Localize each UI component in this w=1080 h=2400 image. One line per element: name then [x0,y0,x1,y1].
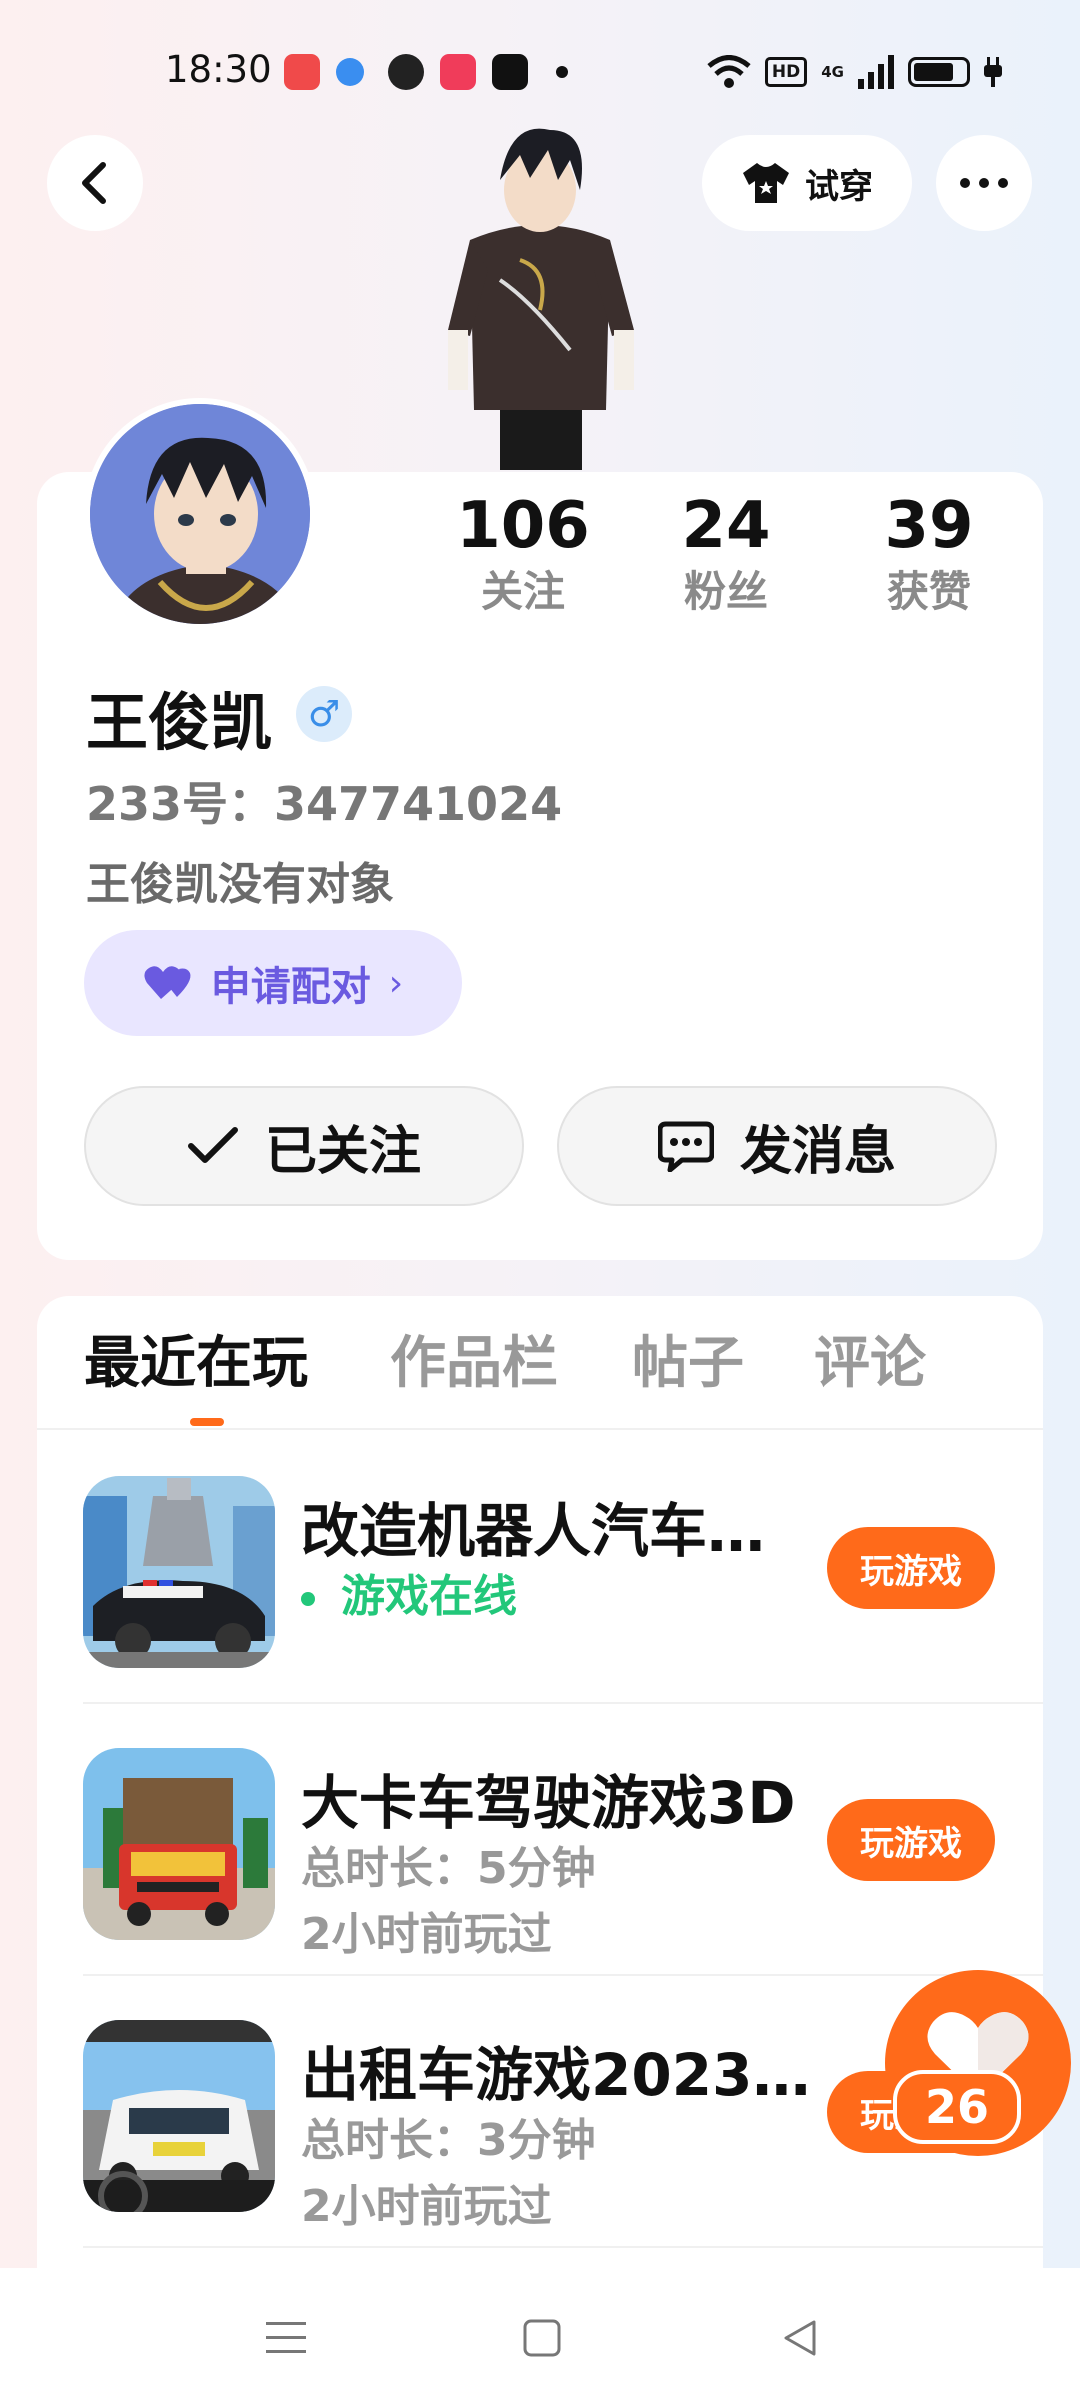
profile-name: 王俊凯 [86,686,273,759]
check-icon [187,1127,238,1163]
more-notifications-dot [556,66,568,78]
menu-nav-button[interactable] [246,2298,326,2378]
tab-works[interactable]: 作品栏 [390,1318,558,1399]
back-nav-button[interactable] [760,2298,840,2378]
stat-followers[interactable]: 24 粉丝 [646,488,806,620]
game-title: 出租车游戏2023… [301,2041,811,2109]
game-title: 改造机器人汽车… [301,1497,766,1565]
request-pair-button[interactable]: 申请配对 › [84,930,462,1036]
game-last-played: 2小时前玩过 [301,2181,552,2232]
profile-avatar[interactable] [84,398,316,630]
avatar-figure[interactable] [430,110,650,470]
tabs-divider [37,1428,1043,1430]
chat-bubble-icon [657,1121,714,1172]
game-play-duration: 总时长：3分钟 [301,2115,596,2166]
chevron-left-icon [82,162,106,204]
game-thumbnail-taxi [83,2020,275,2212]
stat-following[interactable]: 106 关注 [443,488,603,620]
system-nav-bar [0,2268,1080,2400]
profile-uid: 233号：347741024 [86,777,563,831]
send-message-button[interactable]: 发消息 [557,1086,997,1206]
stat-label: 粉丝 [683,567,768,616]
stat-value: 106 [456,489,590,563]
like-count-badge: 26 [893,2070,1021,2144]
stat-label: 关注 [480,567,565,616]
play-game-button[interactable]: 玩游戏 [827,1527,995,1609]
game-thumbnail-truck [83,1748,275,1940]
tab-comments[interactable]: 评论 [814,1318,926,1399]
music-app-icon [284,54,320,90]
status-indicators: HD 4G [707,50,1002,94]
row-divider [83,2246,1043,2248]
game-list-item[interactable]: 改造机器人汽车… 游戏在线 玩游戏 [37,1432,1043,1704]
game-play-duration: 总时长：5分钟 [301,1843,596,1894]
home-square-icon [523,2319,561,2357]
menu-icon [266,2322,306,2353]
back-button[interactable] [47,135,143,231]
game-last-played: 2小时前玩过 [301,1909,552,1960]
profile-bio: 王俊凯没有对象 [86,859,394,910]
game-title: 大卡车驾驶游戏3D [301,1769,796,1837]
tab-posts[interactable]: 帖子 [632,1318,744,1399]
chevron-right-icon: › [388,962,404,1004]
battery-icon [908,57,970,87]
send-message-label: 发消息 [739,1121,896,1182]
request-pair-label: 申请配对 [210,964,371,1010]
video-app-icon [440,54,476,90]
stat-value: 24 [681,489,771,563]
charging-plug-icon [984,57,1002,87]
more-dot [998,178,1008,188]
online-status-text: 游戏在线 [341,1571,517,1622]
following-button[interactable]: 已关注 [84,1086,524,1206]
stat-label: 获赞 [886,567,971,616]
wifi-icon [707,55,751,88]
game-thumbnail-robot-car [83,1476,275,1668]
home-nav-button[interactable] [502,2298,582,2378]
wechat-icon [388,54,424,90]
male-gender-icon: ♂ [296,686,352,742]
try-on-label: 试穿 [805,166,873,207]
active-tab-indicator [190,1418,224,1426]
game-online-status: 游戏在线 [301,1560,517,1624]
network-type: 4G [821,62,844,81]
record-app-icon [492,54,528,90]
try-on-button[interactable]: 试穿 [702,135,912,231]
stat-likes[interactable]: 39 获赞 [849,488,1009,620]
browser-app-icon [336,58,364,86]
more-dot [960,178,970,188]
hd-badge: HD [764,57,808,87]
stat-value: 39 [884,489,974,563]
tshirt-icon [743,163,789,203]
double-heart-icon [144,966,191,999]
following-label: 已关注 [264,1121,421,1182]
more-dot [979,178,989,188]
game-list-item[interactable]: 大卡车驾驶游戏3D 总时长：5分钟 2小时前玩过 玩游戏 [37,1704,1043,1976]
more-options-button[interactable] [936,135,1032,231]
tab-recently-played[interactable]: 最近在玩 [84,1318,308,1399]
back-triangle-icon [784,2320,816,2356]
status-time: 18:30 [165,48,272,91]
online-dot [301,1592,315,1606]
play-game-button[interactable]: 玩游戏 [827,1799,995,1881]
signal-icon [858,55,894,89]
